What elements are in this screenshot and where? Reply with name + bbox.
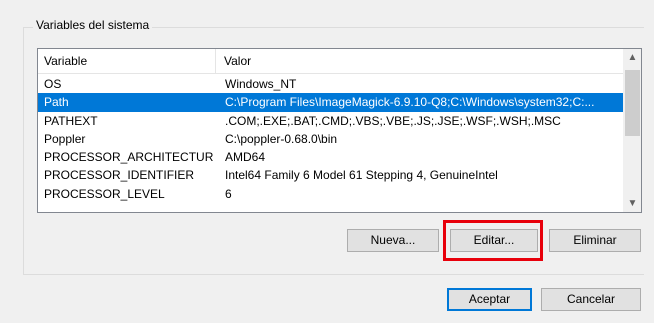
table-row[interactable]: PROCESSOR_ARCHITECTURE AMD64 xyxy=(38,148,626,166)
system-variables-label: Variables del sistema xyxy=(33,18,153,33)
table-row[interactable]: PATHEXT .COM;.EXE;.BAT;.CMD;.VBS;.VBE;.J… xyxy=(38,112,626,130)
scrollbar-thumb[interactable] xyxy=(625,70,640,136)
vertical-scrollbar[interactable]: ▲ ▼ xyxy=(623,49,641,212)
system-variables-list[interactable]: Variable Valor OS Windows_NT Path C:\Pro… xyxy=(37,48,642,213)
list-body: OS Windows_NT Path C:\Program Files\Imag… xyxy=(38,75,626,203)
variable-name: PROCESSOR_LEVEL xyxy=(44,186,165,201)
cancel-button[interactable]: Cancelar xyxy=(541,288,641,311)
variable-value: .COM;.EXE;.BAT;.CMD;.VBS;.VBE;.JS;.JSE;.… xyxy=(225,113,561,128)
variable-name: Path xyxy=(44,95,69,110)
column-header-value[interactable]: Valor xyxy=(216,49,626,73)
chevron-up-icon[interactable]: ▲ xyxy=(624,49,641,66)
variable-name: Poppler xyxy=(44,131,86,146)
variable-name: OS xyxy=(44,77,62,91)
list-header: Variable Valor xyxy=(38,49,626,74)
variable-value: AMD64 xyxy=(225,150,266,165)
annotation-highlight-box xyxy=(443,220,543,261)
variable-value: Windows_NT xyxy=(225,77,297,91)
table-row[interactable]: OS Windows_NT xyxy=(38,75,626,93)
delete-button[interactable]: Eliminar xyxy=(549,229,641,252)
column-header-variable[interactable]: Variable xyxy=(38,49,216,73)
variable-value: Intel64 Family 6 Model 61 Stepping 4, Ge… xyxy=(225,168,498,183)
new-button[interactable]: Nueva... xyxy=(347,229,439,252)
table-row-selected[interactable]: Path C:\Program Files\ImageMagick-6.9.10… xyxy=(38,93,626,112)
table-row[interactable]: Poppler C:\poppler-0.68.0\bin xyxy=(38,130,626,148)
variable-value: C:\Program Files\ImageMagick-6.9.10-Q8;C… xyxy=(225,95,595,110)
table-row[interactable]: PROCESSOR_IDENTIFIER Intel64 Family 6 Mo… xyxy=(38,166,626,184)
variable-value: C:\poppler-0.68.0\bin xyxy=(225,131,338,146)
chevron-down-icon[interactable]: ▼ xyxy=(624,195,641,212)
variable-name: PATHEXT xyxy=(44,113,98,128)
variable-name: PROCESSOR_ARCHITECTURE xyxy=(44,150,214,165)
accept-button[interactable]: Aceptar xyxy=(447,288,532,311)
variable-value: 6 xyxy=(225,186,232,201)
table-row[interactable]: PROCESSOR_LEVEL 6 xyxy=(38,185,626,203)
variable-name: PROCESSOR_IDENTIFIER xyxy=(44,168,195,183)
